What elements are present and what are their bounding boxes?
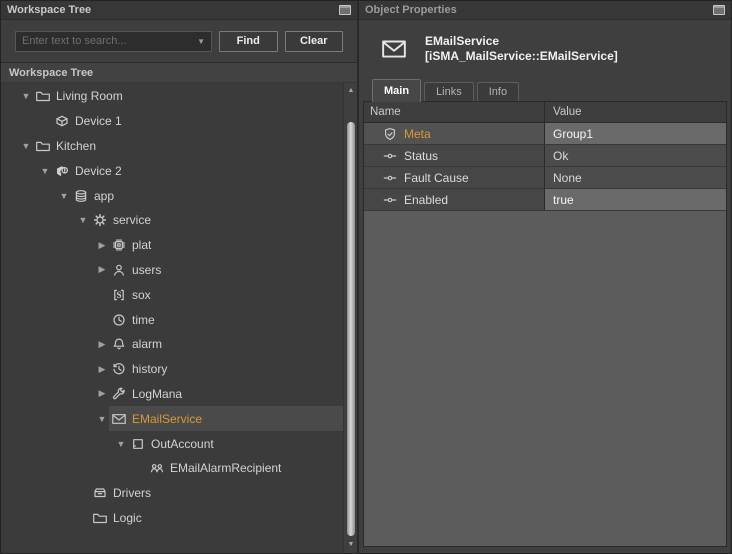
tree-viewport: ▼ Living Room Device 1 ▼ Kitchen ▼: [1, 83, 357, 553]
tree-item-outaccount[interactable]: ▼ OutAccount: [1, 431, 343, 456]
folder-icon: [92, 510, 108, 526]
database-icon: [73, 188, 89, 204]
property-value-field[interactable]: Group1: [545, 123, 726, 144]
property-row-meta[interactable]: Meta Group1: [364, 123, 726, 145]
collapse-arrow-icon[interactable]: ▶: [95, 264, 109, 275]
gear-icon: [92, 212, 108, 228]
tree-item-time[interactable]: time: [1, 307, 343, 332]
object-properties-titlebar: Object Properties: [359, 1, 731, 20]
account-square-icon: [130, 436, 146, 452]
tree-item-logic[interactable]: Logic: [1, 506, 343, 531]
tree-item-plat[interactable]: ▶ plat: [1, 233, 343, 258]
tree-item-history[interactable]: ▶ history: [1, 357, 343, 382]
expand-arrow-icon[interactable]: ▼: [19, 91, 33, 101]
find-button[interactable]: Find: [219, 31, 278, 52]
property-grid-header: Name Value: [364, 102, 726, 123]
property-grid-empty-area: [364, 211, 726, 546]
panel-restore-icon[interactable]: [339, 5, 351, 15]
scroll-down-icon[interactable]: ▼: [344, 539, 357, 551]
property-tabs: Main Links Info: [359, 78, 731, 101]
tree-item-drivers[interactable]: Drivers: [1, 481, 343, 506]
collapse-arrow-icon[interactable]: ▶: [95, 240, 109, 251]
object-name: EMailService: [425, 34, 618, 49]
workspace-tree-panel: Workspace Tree ▼ Find Clear Workspace Tr…: [1, 1, 359, 553]
tree-item-emailservice[interactable]: ▼ EMailService: [1, 406, 343, 431]
object-properties-title: Object Properties: [365, 4, 457, 16]
sox-icon: [111, 287, 127, 303]
tree-item-sox[interactable]: sox: [1, 282, 343, 307]
tree-item-living-room[interactable]: ▼ Living Room: [1, 84, 343, 109]
expand-arrow-icon[interactable]: ▼: [57, 191, 71, 201]
workspace-tree-titlebar: Workspace Tree: [1, 1, 357, 20]
device-controller-icon: [54, 163, 70, 179]
search-input[interactable]: [22, 35, 193, 47]
expand-arrow-icon[interactable]: ▼: [95, 414, 109, 424]
property-value: None: [545, 167, 726, 188]
tree-item-service[interactable]: ▼ service: [1, 208, 343, 233]
people-icon: [149, 460, 165, 476]
object-properties-panel: Object Properties EMailService [iSMA_Mai…: [359, 1, 731, 553]
property-value-field[interactable]: true: [545, 189, 726, 210]
app-window: Workspace Tree ▼ Find Clear Workspace Tr…: [0, 0, 732, 554]
collapse-arrow-icon[interactable]: ▶: [95, 364, 109, 375]
folder-icon: [35, 138, 51, 154]
combo-dropdown-icon[interactable]: ▼: [193, 37, 209, 46]
property-name: Fault Cause: [404, 171, 469, 185]
search-combobox[interactable]: ▼: [15, 31, 212, 52]
envelope-icon: [111, 411, 127, 427]
workspace-tree: ▼ Living Room Device 1 ▼ Kitchen ▼: [1, 84, 343, 530]
object-header: EMailService [iSMA_MailService::EMailSer…: [359, 20, 731, 78]
scroll-up-icon[interactable]: ▲: [344, 85, 357, 97]
bell-icon: [111, 336, 127, 352]
slot-icon: [382, 170, 398, 186]
tab-links[interactable]: Links: [424, 82, 474, 101]
expand-arrow-icon[interactable]: ▼: [76, 215, 90, 225]
property-name: Status: [404, 149, 438, 163]
property-value: Ok: [545, 145, 726, 166]
folder-icon: [35, 88, 51, 104]
panel-restore-icon[interactable]: [713, 5, 725, 15]
collapse-arrow-icon[interactable]: ▶: [95, 388, 109, 399]
clock-icon: [111, 312, 127, 328]
chip-icon: [111, 237, 127, 253]
envelope-icon: [376, 35, 412, 63]
tree-item-logmana[interactable]: ▶ LogMana: [1, 382, 343, 407]
drawer-icon: [92, 485, 108, 501]
slot-icon: [382, 148, 398, 164]
expand-arrow-icon[interactable]: ▼: [38, 166, 52, 176]
property-row-enabled[interactable]: Enabled true: [364, 189, 726, 211]
tab-info[interactable]: Info: [477, 82, 519, 101]
history-clock-icon: [111, 361, 127, 377]
tree-item-device-1[interactable]: Device 1: [1, 109, 343, 134]
expand-arrow-icon[interactable]: ▼: [114, 439, 128, 449]
user-icon: [111, 262, 127, 278]
property-name: Enabled: [404, 193, 448, 207]
expand-arrow-icon[interactable]: ▼: [19, 141, 33, 151]
device-box-icon: [54, 113, 70, 129]
tree-item-kitchen[interactable]: ▼ Kitchen: [1, 134, 343, 159]
collapse-arrow-icon[interactable]: ▶: [95, 339, 109, 350]
property-name: Meta: [404, 127, 431, 141]
column-header-value[interactable]: Value: [545, 102, 726, 122]
shield-check-icon: [382, 126, 398, 142]
object-type: [iSMA_MailService::EMailService]: [425, 49, 618, 64]
tree-item-app[interactable]: ▼ app: [1, 183, 343, 208]
tree-item-users[interactable]: ▶ users: [1, 258, 343, 283]
tab-main[interactable]: Main: [372, 79, 421, 102]
clear-button[interactable]: Clear: [285, 31, 344, 52]
scrollbar-thumb[interactable]: [347, 122, 355, 536]
property-grid: Name Value Meta Group1 Status Ok: [363, 101, 727, 547]
tree-item-emailalarmrecipient[interactable]: EMailAlarmRecipient: [1, 456, 343, 481]
wrench-icon: [111, 386, 127, 402]
slot-icon: [382, 192, 398, 208]
tree-item-alarm[interactable]: ▶ alarm: [1, 332, 343, 357]
tree-scrollbar[interactable]: ▲ ▼: [343, 83, 357, 553]
workspace-tree-title: Workspace Tree: [7, 4, 91, 16]
tree-column-header: Workspace Tree: [1, 62, 357, 83]
property-row-status[interactable]: Status Ok: [364, 145, 726, 167]
tree-item-device-2[interactable]: ▼ Device 2: [1, 158, 343, 183]
column-header-name[interactable]: Name: [364, 102, 545, 122]
search-toolbar: ▼ Find Clear: [1, 20, 357, 62]
property-row-fault-cause[interactable]: Fault Cause None: [364, 167, 726, 189]
